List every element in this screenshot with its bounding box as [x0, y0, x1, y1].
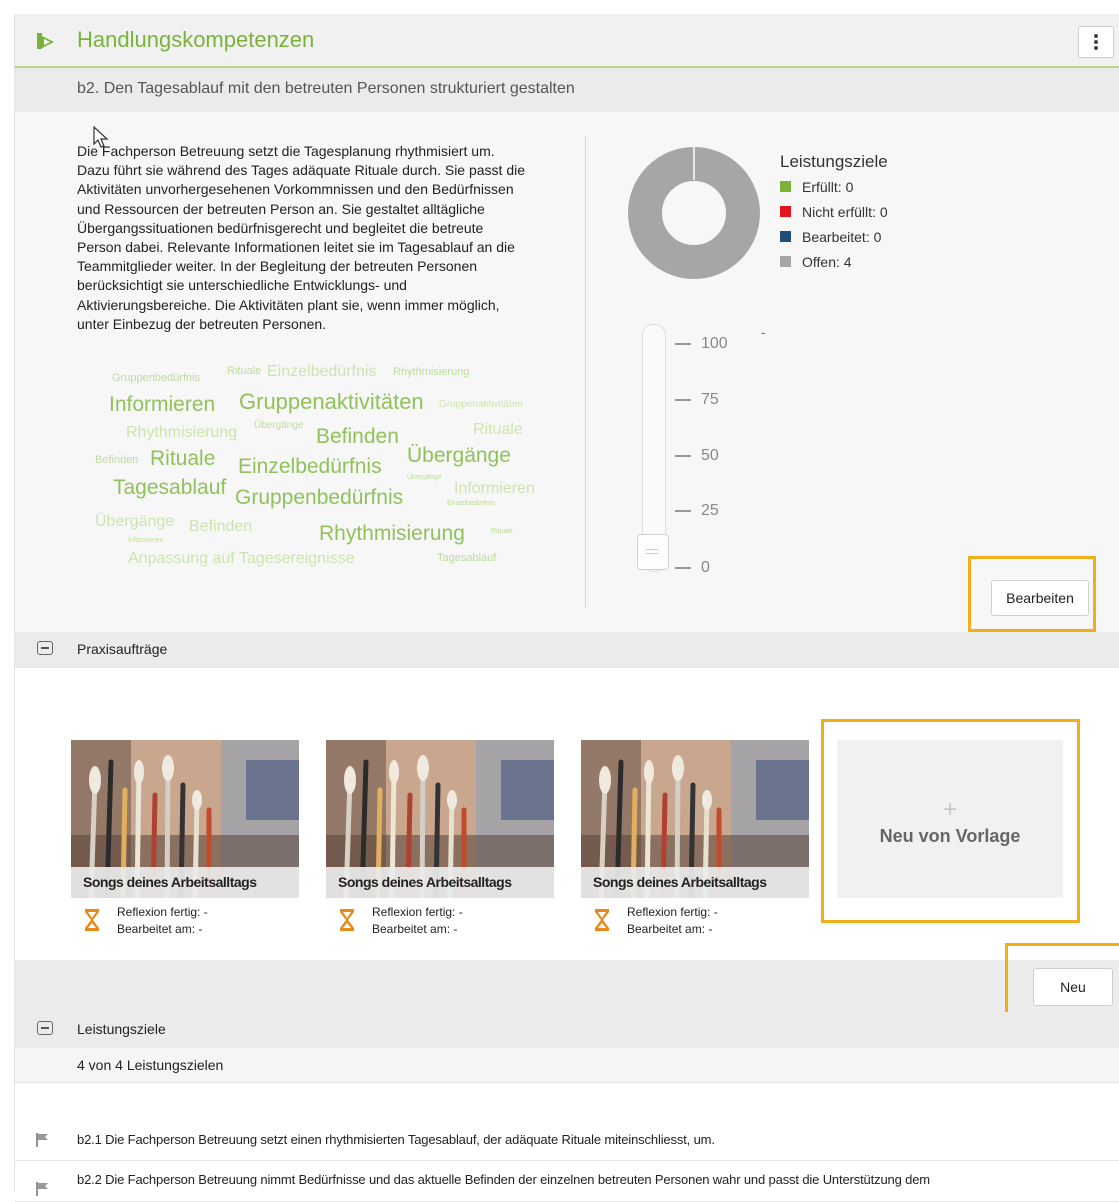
slider-tick: 100	[675, 335, 728, 353]
practice-card[interactable]: Songs deines Arbeitsalltags Reflexion fe…	[581, 740, 809, 940]
cloud-word: Gruppenaktivitäten	[239, 389, 424, 414]
slider-tick: 25	[675, 502, 719, 520]
cloud-word: Rhythmisierung	[319, 522, 465, 545]
cloud-word: Rituale	[473, 421, 523, 438]
goal-row[interactable]: b2.1 Die Fachperson Betreuung setzt eine…	[15, 1120, 1119, 1161]
hourglass-icon	[595, 909, 609, 931]
new-from-template-label: Neu von Vorlage	[879, 826, 1021, 846]
competence-description: Die Fachperson Betreuung setzt die Tages…	[77, 143, 526, 332]
goals-section-label: Leistungsziele	[77, 1021, 166, 1037]
flag-icon	[36, 1133, 48, 1147]
page-title: Handlungskompetenzen	[77, 27, 315, 52]
competence-panel: Handlungskompetenzen b2. Den Tagesablauf…	[14, 14, 1119, 1202]
cloud-word: Rituale	[227, 365, 262, 377]
practice-section-label: Praxisaufträge	[77, 641, 168, 657]
collapse-icon[interactable]	[37, 641, 53, 655]
practice-cards: Songs deines Arbeitsalltags Reflexion fe…	[15, 668, 1119, 974]
slider-tick: 50	[675, 447, 719, 465]
practice-action-bar: Neu	[15, 943, 1119, 1017]
cloud-word: Rituale	[150, 447, 216, 470]
legend-item-nicht-erfuellt: Nicht erfüllt: 0	[780, 199, 888, 224]
word-cloud: Gruppenbedürfnis Rituale Einzelbedürfnis…	[93, 362, 573, 572]
more-menu-button[interactable]	[1078, 26, 1114, 58]
practice-card[interactable]: Songs deines Arbeitsalltags Reflexion fe…	[71, 740, 299, 940]
cloud-word: Informieren	[454, 480, 535, 497]
cloud-word: Übergänge	[95, 513, 175, 530]
legend-item-offen: Offen: 4	[780, 249, 888, 274]
goals-count: 4 von 4 Leistungszielen	[77, 1057, 224, 1073]
legend-item-bearbeitet: Bearbeitet: 0	[780, 224, 888, 249]
cloud-word: Informieren	[109, 393, 216, 416]
practice-card[interactable]: Songs deines Arbeitsalltags Reflexion fe…	[326, 740, 554, 940]
plus-icon: +	[942, 796, 957, 823]
new-button[interactable]: Neu	[1033, 968, 1113, 1006]
goals-legend: Leistungsziele Erfüllt: 0 Nicht erfüllt:…	[780, 152, 888, 274]
card-meta: Reflexion fertig: - Bearbeitet am: -	[372, 905, 463, 936]
legend-swatch	[780, 181, 791, 192]
cloud-word: Rituale	[491, 528, 513, 535]
goals-section-header[interactable]: Leistungsziele	[15, 1012, 1119, 1048]
card-caption: Songs deines Arbeitsalltags	[581, 867, 809, 898]
card-title: Songs deines Arbeitsalltags	[338, 874, 512, 890]
goal-row[interactable]: b2.2 Die Fachperson Betreuung nimmt Bedü…	[15, 1161, 1119, 1202]
cloud-word: Befinden	[316, 425, 399, 448]
legend-swatch	[780, 256, 791, 267]
new-from-template-card[interactable]: + Neu von Vorlage	[837, 740, 1063, 898]
cloud-word: Übergänge	[254, 420, 304, 431]
cloud-word: Anpassung auf Tagesereignisse	[128, 550, 355, 567]
cloud-word: Einzelbedürfnis	[267, 363, 377, 380]
card-caption: Songs deines Arbeitsalltags	[326, 867, 554, 898]
vertical-divider	[585, 136, 586, 608]
slider-tick: 75	[675, 391, 719, 409]
vertical-dots-icon	[1094, 34, 1098, 38]
competence-overview: Die Fachperson Betreuung setzt die Tages…	[15, 112, 1119, 632]
hourglass-icon	[340, 909, 354, 931]
edit-button[interactable]: Bearbeiten	[991, 580, 1089, 616]
flag-icon	[36, 1182, 48, 1196]
cloud-word: Gruppenbedürfnis	[235, 486, 404, 509]
cloud-word: Gruppenbedürfnis	[112, 372, 201, 384]
panel-header: Handlungskompetenzen	[15, 14, 1119, 68]
cloud-word: Einzelbedürfnis	[447, 500, 495, 507]
cloud-word: Übergänge	[407, 444, 511, 467]
practice-section-header[interactable]: Praxisaufträge	[15, 632, 1119, 668]
slider-tick: 0	[675, 559, 710, 577]
legend-title: Leistungsziele	[780, 152, 888, 171]
collapse-icon[interactable]	[37, 1021, 53, 1035]
goal-text: b2.2 Die Fachperson Betreuung nimmt Bedü…	[77, 1172, 930, 1187]
cloud-word: Befinden	[95, 454, 139, 466]
cloud-word: Einzelbedürfnis	[238, 455, 382, 478]
goals-donut-chart	[628, 146, 760, 279]
cloud-word: Gruppenaktivitäten	[439, 399, 523, 410]
legend-item-erfuellt: Erfüllt: 0	[780, 174, 888, 199]
legend-swatch	[780, 206, 791, 217]
cloud-word: Rhythmisierung	[126, 424, 238, 441]
goals-count-row: 4 von 4 Leistungszielen	[15, 1048, 1119, 1083]
cloud-word: Befinden	[189, 518, 253, 535]
cloud-word: Rhythmisierung	[393, 366, 470, 378]
cloud-word: Tagesablauf	[437, 552, 497, 564]
slider-value-label: -	[761, 324, 766, 340]
goal-text: b2.1 Die Fachperson Betreuung setzt eine…	[77, 1132, 715, 1147]
hourglass-icon	[85, 909, 99, 931]
progress-slider-handle[interactable]	[637, 534, 669, 570]
legend-swatch	[780, 231, 791, 242]
competence-title-bar: b2. Den Tagesablauf mit den betreuten Pe…	[15, 68, 1119, 112]
cloud-word: Übergänge	[407, 474, 442, 481]
card-title: Songs deines Arbeitsalltags	[593, 874, 767, 890]
card-meta: Reflexion fertig: - Bearbeitet am: -	[627, 905, 718, 936]
card-title: Songs deines Arbeitsalltags	[83, 874, 257, 890]
cloud-word: Tagesablauf	[113, 476, 227, 499]
competence-title: b2. Den Tagesablauf mit den betreuten Pe…	[77, 80, 575, 97]
card-meta: Reflexion fertig: - Bearbeitet am: -	[117, 905, 208, 936]
play-book-icon	[37, 33, 54, 49]
cloud-word: Informieren	[128, 537, 164, 544]
card-caption: Songs deines Arbeitsalltags	[71, 867, 299, 898]
